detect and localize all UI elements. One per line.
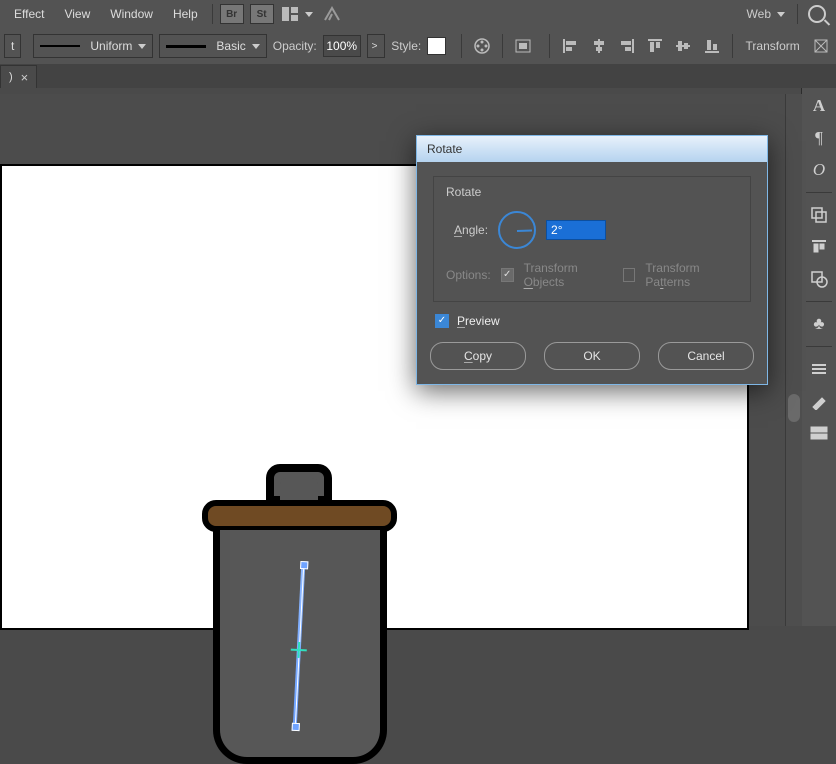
right-panel-dock: A ¶ O ♣ <box>801 88 836 626</box>
menu-effect[interactable]: Effect <box>4 1 54 27</box>
align-vcenter-icon[interactable] <box>672 35 694 57</box>
trash-can-handle <box>266 464 332 504</box>
anchor-point-icon[interactable] <box>300 561 308 569</box>
symbols-panel-icon[interactable]: ♣ <box>805 312 833 336</box>
brush-label: Basic <box>216 39 245 53</box>
menu-window[interactable]: Window <box>100 1 163 27</box>
dial-hand-icon <box>517 229 532 232</box>
graphic-style-swatch[interactable] <box>427 37 446 55</box>
swatches-panel-icon[interactable] <box>805 421 833 445</box>
align-top-icon[interactable] <box>644 35 666 57</box>
transform-patterns-checkbox <box>623 268 636 282</box>
angle-input[interactable]: 2° <box>546 220 606 240</box>
align-hcenter-icon[interactable] <box>588 35 610 57</box>
align-panel-icon[interactable] <box>805 235 833 259</box>
angle-dial[interactable] <box>498 211 536 249</box>
cancel-button[interactable]: Cancel <box>658 342 754 370</box>
preview-checkbox[interactable] <box>435 314 449 328</box>
menu-help[interactable]: Help <box>163 1 208 27</box>
separator <box>461 34 462 58</box>
brushes-panel-icon[interactable] <box>805 389 833 413</box>
separator <box>502 34 503 58</box>
transform-patterns-label: Transform Patterns <box>645 261 738 289</box>
panel-divider <box>806 346 832 347</box>
paragraph-panel-icon[interactable]: ¶ <box>805 126 833 150</box>
separator <box>732 34 733 58</box>
vertical-scrollbar[interactable] <box>785 94 802 626</box>
document-tab-label: ) <box>9 71 13 83</box>
style-label: Style: <box>391 39 421 53</box>
opacity-stepper[interactable]: > <box>367 34 386 58</box>
align-left-icon[interactable] <box>559 35 581 57</box>
search-icon[interactable] <box>808 5 826 23</box>
transform-objects-checkbox <box>501 268 514 282</box>
transform-objects-label: Transform Objects <box>524 261 613 289</box>
menu-view[interactable]: View <box>54 1 100 27</box>
rotation-center-icon[interactable] <box>290 642 307 659</box>
arrange-documents-icon[interactable] <box>280 5 302 23</box>
opentype-panel-icon[interactable]: O <box>805 158 833 182</box>
workspace-label: Web <box>747 7 771 21</box>
document-tab[interactable]: ) × <box>0 65 37 88</box>
scrollbar-thumb[interactable] <box>788 394 800 422</box>
separator <box>549 34 550 58</box>
recolor-artwork-icon[interactable] <box>471 35 493 57</box>
anchor-point-icon[interactable] <box>292 723 300 731</box>
transform-panel-icon[interactable] <box>805 203 833 227</box>
isolate-icon[interactable] <box>810 35 832 57</box>
dialog-title-bar[interactable]: Rotate <box>417 136 767 162</box>
chevron-down-icon[interactable] <box>305 12 313 17</box>
chevron-down-icon <box>252 44 260 49</box>
chevron-down-icon <box>138 44 146 49</box>
panel-divider <box>806 301 832 302</box>
menu-separator <box>797 4 798 24</box>
stroke-weight-dropdown[interactable]: t <box>4 34 21 58</box>
transform-panel-link[interactable]: Transform <box>742 39 804 53</box>
ok-button[interactable]: OK <box>544 342 640 370</box>
opacity-label: Opacity: <box>273 39 317 53</box>
control-bar: t Uniform Basic Opacity: 100% > Style: T… <box>0 28 836 65</box>
stroke-panel-icon[interactable] <box>805 357 833 381</box>
rotate-group: Rotate Angle: 2° Options: Transform Obje… <box>433 176 751 302</box>
options-label: Options: <box>446 268 491 282</box>
bridge-badge[interactable]: Br <box>220 4 244 24</box>
preview-label: Preview <box>457 314 500 328</box>
brush-dropdown[interactable]: Basic <box>159 34 266 58</box>
group-label: Rotate <box>446 185 738 199</box>
trash-can-lid <box>202 500 397 532</box>
copy-button[interactable]: Copy <box>430 342 526 370</box>
close-icon[interactable]: × <box>21 71 29 84</box>
align-bottom-icon[interactable] <box>700 35 722 57</box>
workspace-switcher[interactable]: Web <box>739 7 793 21</box>
gpu-preview-icon[interactable] <box>321 5 343 23</box>
character-panel-icon[interactable]: A <box>805 94 833 118</box>
stroke-profile-dropdown[interactable]: Uniform <box>33 34 153 58</box>
dialog-title: Rotate <box>427 142 462 156</box>
align-right-icon[interactable] <box>616 35 638 57</box>
opacity-input[interactable]: 100% <box>323 35 361 57</box>
document-tab-strip: ) × <box>0 64 836 88</box>
panel-divider <box>806 192 832 193</box>
stock-badge[interactable]: St <box>250 4 274 24</box>
pathfinder-panel-icon[interactable] <box>805 267 833 291</box>
stroke-profile-label: Uniform <box>90 39 132 53</box>
angle-label: Angle: <box>454 223 488 237</box>
align-to-icon[interactable] <box>512 35 534 57</box>
rotate-dialog: Rotate Rotate Angle: 2° Options: Transfo… <box>416 135 768 385</box>
chevron-down-icon <box>777 12 785 17</box>
main-menu-bar: Effect View Window Help Br St Web <box>0 0 836 29</box>
menu-separator <box>212 4 213 24</box>
